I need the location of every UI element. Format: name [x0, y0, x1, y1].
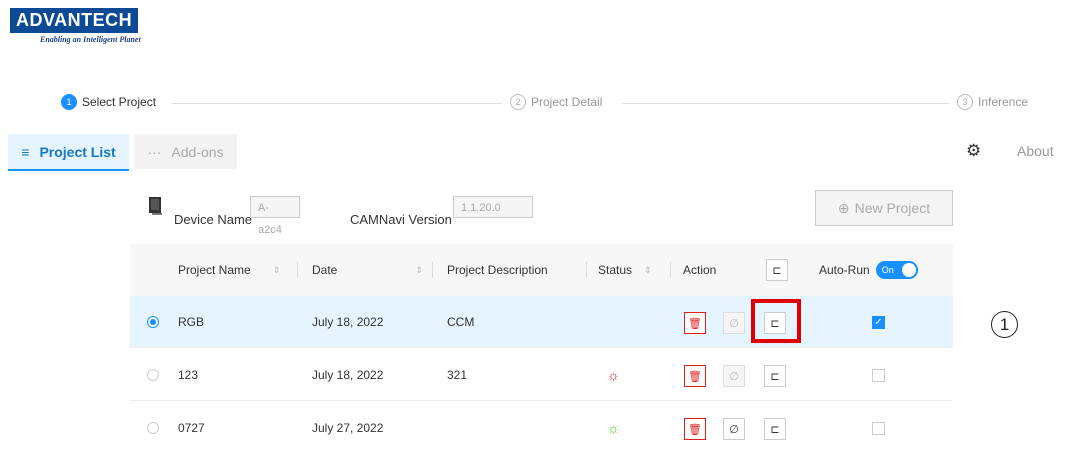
auto-run-checkbox[interactable]: ✓ — [872, 315, 885, 329]
new-project-button[interactable]: ⊕ New Project — [815, 190, 953, 226]
list-icon: ≡ — [21, 143, 30, 160]
advantech-logo: ADVANTECH Enabling an Intelligent Planet — [10, 8, 160, 60]
row-radio[interactable] — [147, 369, 159, 381]
sort-icon[interactable]: ⇕ — [273, 265, 281, 276]
link-button[interactable]: ∅ — [723, 418, 745, 440]
status-icon: ☼ — [607, 420, 620, 436]
callout-number: 1 — [991, 311, 1018, 338]
tab-project-list[interactable]: ≡ Project List — [8, 134, 129, 171]
delete-button[interactable]: 🗑 — [684, 312, 706, 334]
step-3-label: Inference — [978, 95, 1029, 109]
table-row[interactable]: 123 July 18, 2022 321 ☼ 🗑 ∅ ⊏ — [130, 349, 953, 401]
trash-icon: 🗑 — [688, 370, 702, 383]
ellipsis-icon: ··· — [147, 143, 162, 160]
link-button[interactable]: ∅ — [723, 312, 745, 334]
step-connector — [172, 103, 502, 104]
new-project-label: New Project — [854, 200, 931, 216]
step-2-label: Project Detail — [531, 95, 603, 109]
col-project-description: Project Description — [447, 263, 548, 277]
unlink-icon: ∅ — [729, 370, 739, 383]
step-3-number: 3 — [957, 94, 973, 110]
device-name-label: Device Name — [174, 212, 253, 227]
row-date: July 18, 2022 — [312, 315, 384, 329]
step-project-detail: 2 Project Detail — [510, 94, 602, 110]
step-select-project: 1 Select Project — [61, 94, 156, 110]
step-2-number: 2 — [510, 94, 526, 110]
sort-icon[interactable]: ⇕ — [415, 265, 423, 276]
auto-run-checkbox[interactable] — [872, 368, 885, 382]
unlink-icon: ∅ — [729, 317, 739, 330]
highlight-box — [751, 299, 801, 343]
link-button[interactable]: ∅ — [723, 365, 745, 387]
check-icon: ✓ — [874, 316, 883, 328]
device-icon — [147, 196, 165, 221]
sort-icon[interactable]: ⇕ — [644, 265, 652, 276]
row-description: 321 — [447, 368, 468, 382]
col-status[interactable]: Status ⇕ — [598, 244, 652, 296]
step-1-number: 1 — [61, 94, 77, 110]
col-auto-run: Auto-Run On — [819, 244, 918, 296]
trash-icon: 🗑 — [688, 317, 702, 330]
export-button[interactable]: ⊏ — [764, 418, 786, 440]
export-icon: ⊏ — [770, 423, 780, 436]
table-header: Project Name ⇕ Date ⇕ Project Descriptio… — [130, 244, 953, 296]
tab-addons-label: Add-ons — [171, 143, 224, 160]
tab-bar: ≡ Project List ··· Add-ons — [0, 134, 1075, 171]
table-row[interactable]: 0727 July 27, 2022 ☼ 🗑 ∅ ⊏ — [130, 402, 953, 454]
step-inference: 3 Inference — [957, 94, 1028, 110]
brand-tagline: Enabling an Intelligent Planet — [40, 35, 141, 44]
row-project-name: 0727 — [178, 421, 205, 435]
col-auto-run-label: Auto-Run — [819, 263, 870, 277]
export-all-button[interactable]: ⊏ — [766, 259, 788, 281]
toggle-knob — [901, 263, 916, 277]
toggle-label: On — [881, 265, 894, 275]
col-project-name[interactable]: Project Name ⇕ — [178, 244, 280, 296]
auto-run-toggle[interactable]: On — [875, 261, 918, 279]
camnavi-version-field: 1.1.20.0 — [453, 196, 533, 218]
unlink-icon: ∅ — [729, 423, 739, 436]
camnavi-version-label: CAMNavi Version — [350, 212, 452, 227]
export-icon: ⊏ — [770, 370, 780, 383]
export-button[interactable]: ⊏ — [764, 365, 786, 387]
export-icon: ⊏ — [772, 264, 782, 277]
about-link[interactable]: About — [1017, 143, 1054, 159]
row-radio[interactable] — [147, 316, 159, 328]
col-date-label: Date — [312, 263, 338, 277]
trash-icon: 🗑 — [688, 423, 702, 436]
table-row[interactable]: RGB July 18, 2022 CCM 🗑 ∅ ⊏ ✓ — [130, 296, 953, 348]
tab-addons[interactable]: ··· Add-ons — [134, 134, 237, 169]
col-status-label: Status — [598, 263, 633, 277]
row-date: July 27, 2022 — [312, 421, 384, 435]
row-project-name: 123 — [178, 368, 199, 382]
delete-button[interactable]: 🗑 — [684, 418, 706, 440]
device-name-field: A-a2c4 — [250, 196, 300, 236]
plus-circle-icon: ⊕ — [837, 199, 850, 216]
gear-icon[interactable]: ⚙ — [966, 141, 981, 161]
tab-project-list-label: Project List — [39, 143, 116, 160]
status-icon: ☼ — [607, 367, 620, 383]
row-radio[interactable] — [147, 422, 159, 434]
step-1-label: Select Project — [82, 95, 157, 109]
row-date: July 18, 2022 — [312, 368, 384, 382]
delete-button[interactable]: 🗑 — [684, 365, 706, 387]
row-project-name: RGB — [178, 315, 205, 329]
col-action: Action — [683, 263, 717, 277]
col-project-name-label: Project Name — [178, 263, 251, 277]
step-connector — [622, 103, 949, 104]
auto-run-checkbox[interactable] — [872, 421, 885, 435]
brand-name: ADVANTECH — [10, 8, 139, 33]
col-date[interactable]: Date ⇕ — [312, 244, 423, 296]
row-description: CCM — [447, 315, 475, 329]
